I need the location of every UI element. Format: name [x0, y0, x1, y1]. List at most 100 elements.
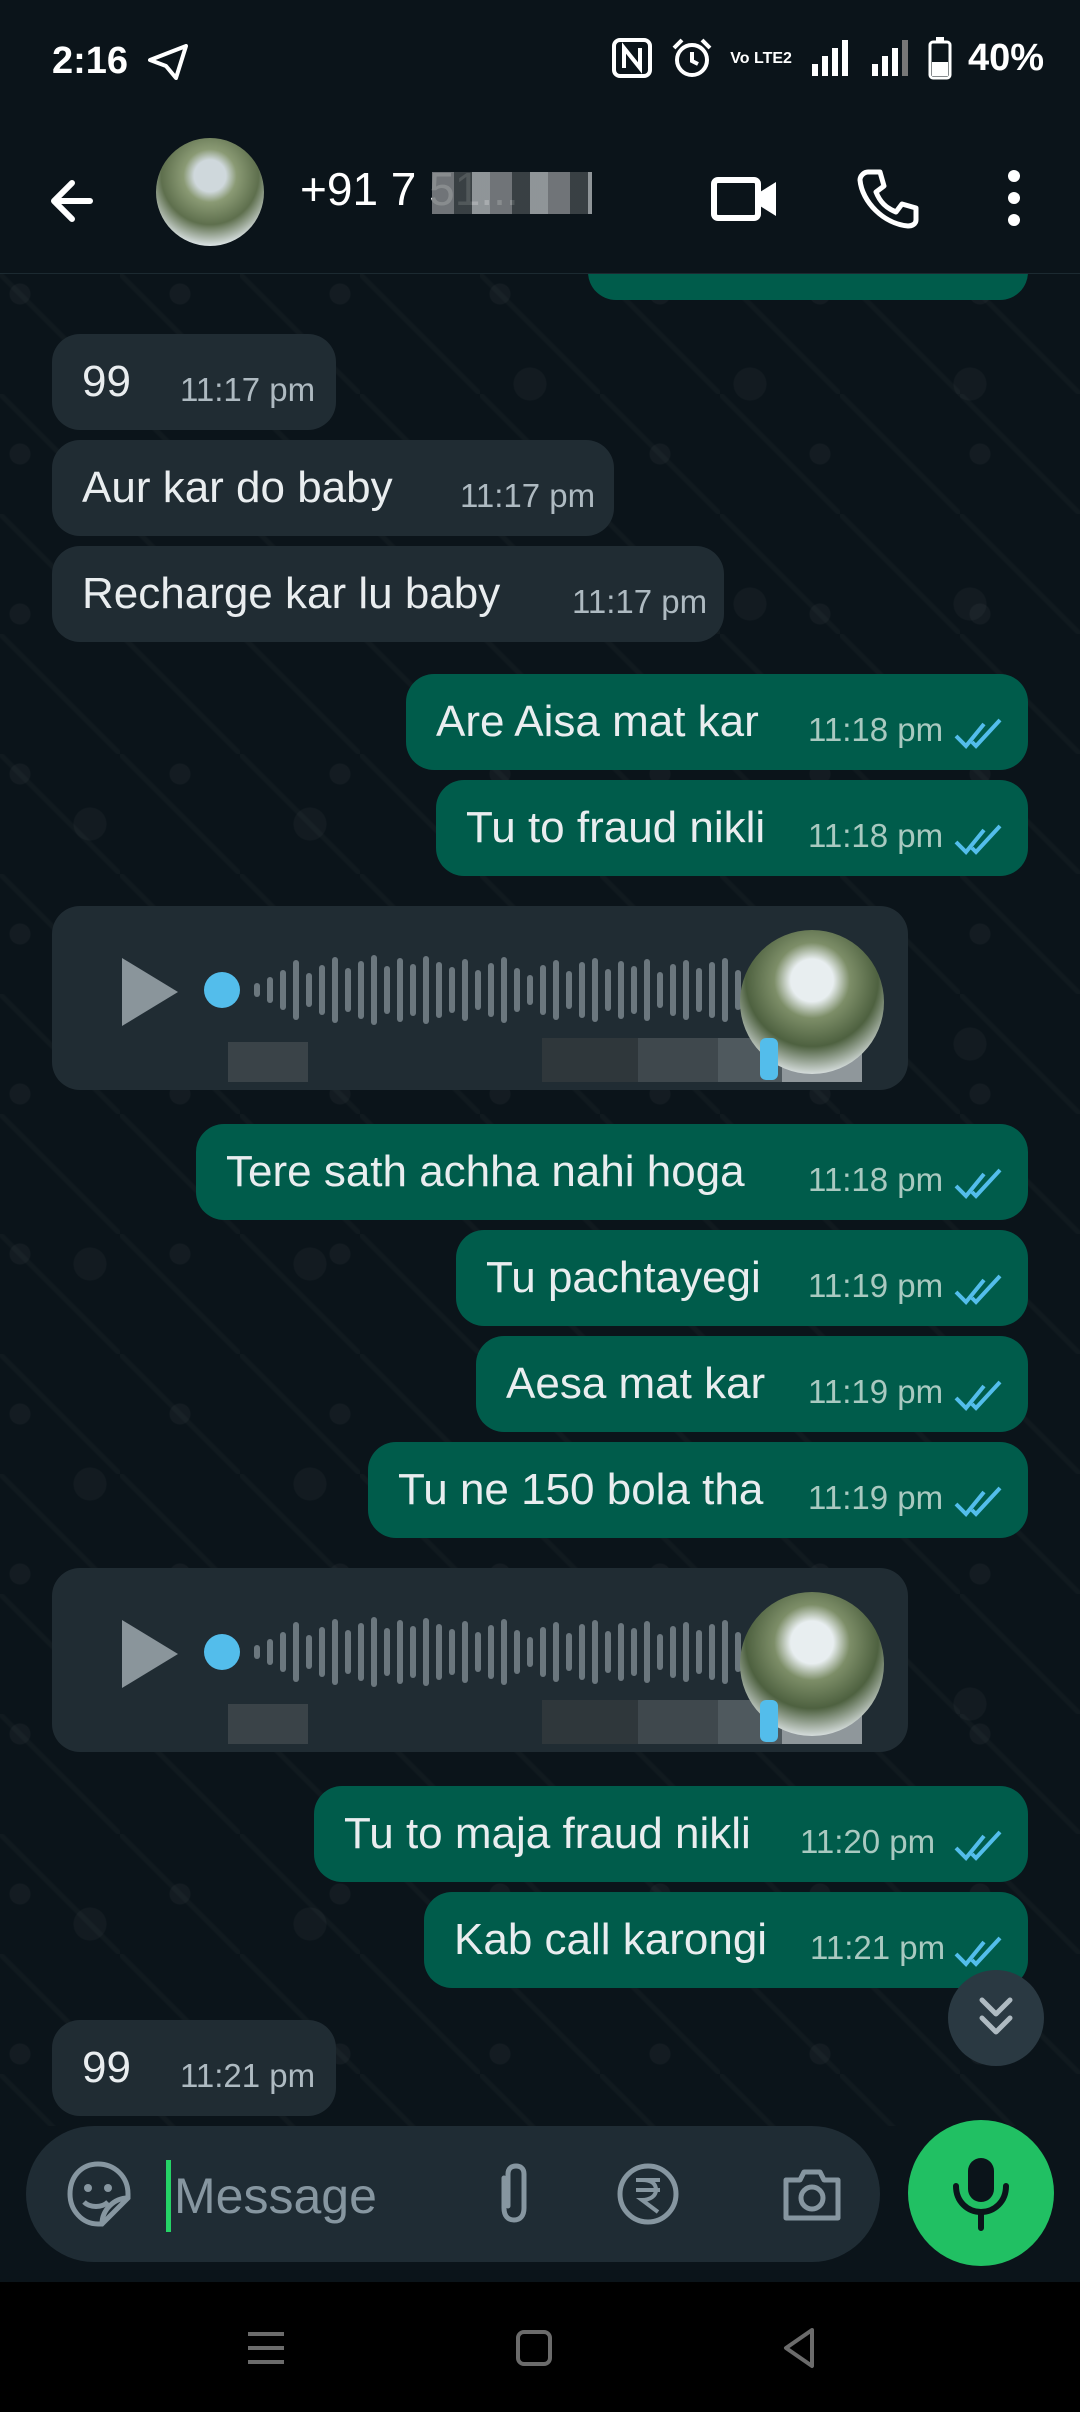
waveform-bar	[397, 958, 403, 1022]
more-options-icon[interactable]	[974, 158, 1054, 238]
waveform-bar	[592, 958, 598, 1022]
waveform-bar	[267, 977, 273, 1003]
telegram-send-icon	[148, 44, 188, 80]
play-icon[interactable]	[114, 1614, 184, 1694]
scroll-to-bottom-button[interactable]	[948, 1970, 1044, 2066]
waveform-bar	[501, 1619, 507, 1685]
rupee-payment-icon[interactable]	[612, 2158, 684, 2230]
waveform-bar	[683, 1622, 689, 1682]
microphone-icon	[953, 2158, 1009, 2231]
read-ticks-icon	[954, 1274, 1002, 1305]
waveform-bar	[657, 972, 663, 1008]
message-bubble[interactable]: Tere sath achha nahi hoga 11:18 pm	[196, 1124, 1028, 1220]
back-arrow-icon[interactable]	[40, 166, 110, 236]
waveform-bar	[670, 964, 676, 1016]
message-composer[interactable]	[26, 2126, 880, 2262]
play-icon[interactable]	[114, 952, 184, 1032]
message-text: 99	[82, 2043, 131, 2092]
waveform-bar	[527, 975, 533, 1005]
waveform-bar	[709, 962, 715, 1018]
audio-waveform[interactable]	[250, 1614, 760, 1690]
chat-header: +91 7 51...	[0, 128, 1080, 274]
waveform-bar	[592, 1620, 598, 1684]
waveform-bar	[683, 960, 689, 1020]
waveform-bar	[319, 1627, 325, 1677]
waveform-bar	[410, 1626, 416, 1678]
back-nav-icon[interactable]	[770, 2318, 830, 2378]
waveform-bar	[670, 1626, 676, 1678]
read-ticks-icon	[954, 1380, 1002, 1411]
waveform-bar	[475, 970, 481, 1010]
home-icon[interactable]	[504, 2318, 564, 2378]
double-chevron-down-icon	[979, 1997, 1013, 2035]
contact-avatar[interactable]	[156, 138, 264, 246]
sticker-emoji-icon[interactable]	[62, 2158, 134, 2230]
message-text: Aesa mat kar	[506, 1359, 766, 1408]
message-time: 11:21 pm	[180, 2057, 316, 2094]
message-text: Tu ne 150 bola tha	[398, 1465, 764, 1514]
waveform-bar	[306, 1635, 312, 1669]
waveform-bar	[332, 957, 338, 1023]
waveform-bar	[371, 955, 377, 1025]
waveform-bar	[488, 963, 494, 1017]
waveform-bar	[358, 961, 364, 1019]
chat-area[interactable]: 99 11:17 pm Aur kar do baby 11:17 pm Rec…	[0, 274, 1080, 2126]
waveform-bar	[449, 967, 455, 1013]
waveform-bar	[644, 1621, 650, 1683]
waveform-bar	[280, 1632, 286, 1672]
message-time: 11:18 pm	[808, 817, 944, 854]
waveform-bar	[306, 973, 312, 1007]
waveform-bar	[696, 968, 702, 1012]
signal-icon-2	[871, 40, 908, 76]
camera-icon[interactable]	[776, 2158, 848, 2230]
message-bubble[interactable]: Tu to maja fraud nikli 11:20 pm	[314, 1786, 1028, 1882]
message-bubble[interactable]: Kab call karongi 11:21 pm	[424, 1892, 1028, 1988]
message-bubble[interactable]: 99 11:17 pm	[52, 334, 336, 430]
voice-message[interactable]	[52, 906, 908, 1090]
recent-apps-icon[interactable]	[236, 2318, 296, 2378]
message-text: Tu to fraud nikli	[466, 803, 766, 852]
waveform-bar	[631, 1628, 637, 1676]
waveform-bar	[566, 1633, 572, 1671]
message-bubble[interactable]: Are Aisa mat kar 11:18 pm	[406, 674, 1028, 770]
message-bubble[interactable]: Tu to fraud nikli 11:18 pm	[436, 780, 1028, 876]
read-ticks-icon	[954, 1486, 1002, 1517]
phone-icon[interactable]	[848, 158, 928, 238]
message-bubble[interactable]: Aur kar do baby 11:17 pm	[52, 440, 614, 536]
waveform-bar	[436, 962, 442, 1018]
audio-seek-handle[interactable]	[204, 1634, 240, 1670]
mic-badge-icon	[760, 1038, 778, 1080]
waveform-bar	[696, 1630, 702, 1674]
waveform-bar	[527, 1637, 533, 1667]
message-input[interactable]	[174, 2154, 494, 2238]
audio-seek-handle[interactable]	[204, 972, 240, 1008]
message-text: Tere sath achha nahi hoga	[226, 1147, 745, 1196]
waveform-bar	[384, 1628, 390, 1676]
waveform-bar	[267, 1639, 273, 1665]
message-bubble[interactable]: Tu ne 150 bola tha 11:19 pm	[368, 1442, 1028, 1538]
message-bubble[interactable]: Tu pachtayegi 11:19 pm	[456, 1230, 1028, 1326]
audio-waveform[interactable]	[250, 952, 760, 1028]
nfc-icon	[612, 38, 653, 78]
message-time: 11:19 pm	[808, 1479, 944, 1516]
waveform-bar	[618, 961, 624, 1019]
message-text: Tu pachtayegi	[486, 1253, 761, 1302]
message-bubble-partial[interactable]	[588, 274, 1028, 300]
battery-percent: 40%	[967, 36, 1044, 79]
video-call-icon[interactable]	[704, 158, 784, 238]
message-input-bar	[0, 2120, 1080, 2282]
voice-message[interactable]	[52, 1568, 908, 1752]
voice-record-button[interactable]	[908, 2120, 1054, 2266]
redacted-duration	[228, 1704, 308, 1744]
waveform-bar	[423, 1618, 429, 1686]
waveform-bar	[540, 1627, 546, 1677]
message-time: 11:17 pm	[460, 477, 596, 514]
waveform-bar	[475, 1632, 481, 1672]
message-bubble[interactable]: Aesa mat kar 11:19 pm	[476, 1336, 1028, 1432]
waveform-bar	[462, 959, 468, 1021]
attach-icon[interactable]	[478, 2158, 550, 2230]
alarm-icon	[672, 38, 712, 77]
message-bubble[interactable]: 99 11:21 pm	[52, 2020, 336, 2116]
message-bubble[interactable]: Recharge kar lu baby 11:17 pm	[52, 546, 724, 642]
waveform-bar	[553, 1622, 559, 1682]
